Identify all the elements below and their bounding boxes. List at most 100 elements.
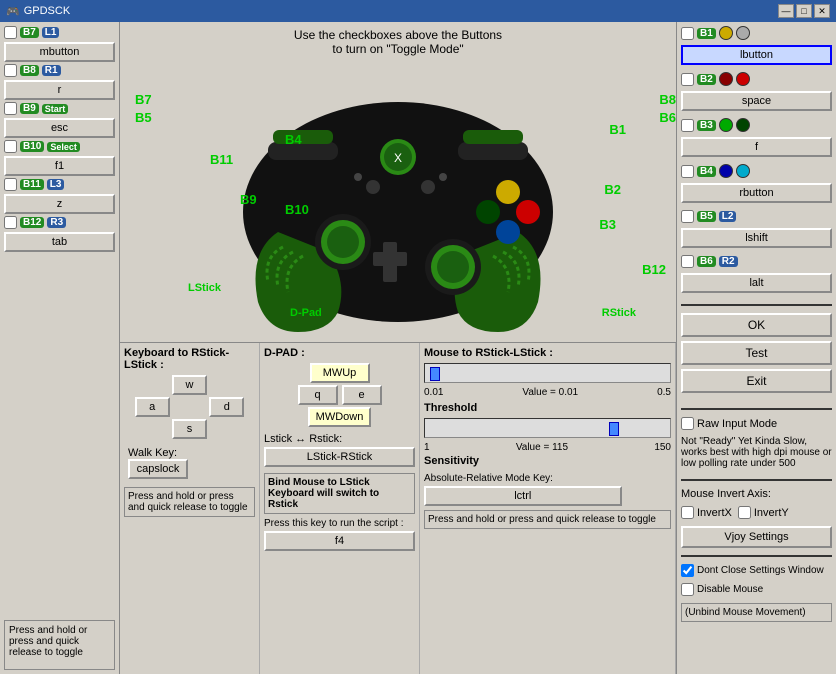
lstick-rstick-btn[interactable]: LStick-RStick xyxy=(264,447,415,467)
b7-checkbox[interactable] xyxy=(4,26,17,39)
b4-lightblue-circle xyxy=(736,164,750,178)
b2-key-btn[interactable]: space xyxy=(681,91,832,111)
b1-label: B1 xyxy=(609,122,626,137)
abs-rel-section: Absolute-Relative Mode Key: lctrl xyxy=(424,473,671,506)
toggle-line2: to turn on "Toggle Mode" xyxy=(126,42,670,56)
b10-checkbox[interactable] xyxy=(4,140,17,153)
b9-key-btn[interactable]: esc xyxy=(4,118,115,138)
app-icon: 🎮 xyxy=(6,5,20,18)
b9-checkbox[interactable] xyxy=(4,102,17,115)
b6-checkbox[interactable] xyxy=(681,255,694,268)
b7-id: B7 xyxy=(20,27,39,38)
b5-checkbox[interactable] xyxy=(681,210,694,223)
b8-badge: R1 xyxy=(42,65,61,76)
close-button[interactable]: ✕ xyxy=(814,4,830,18)
b12-row: B12 R3 xyxy=(4,216,115,229)
inverty-row: InvertY xyxy=(738,506,789,519)
b4-key-btn[interactable]: rbutton xyxy=(681,183,832,203)
invertx-checkbox[interactable] xyxy=(681,506,694,519)
b11-row: B11 L3 xyxy=(4,178,115,191)
d-key[interactable]: d xyxy=(209,397,244,417)
threshold-thumb[interactable] xyxy=(430,367,440,381)
threshold-slider-track[interactable] xyxy=(424,363,671,383)
toggle-line1: Use the checkboxes above the Buttons xyxy=(126,28,670,42)
b6-key-btn[interactable]: lalt xyxy=(681,273,832,293)
slider1-labels: 0.01 Value = 0.01 0.5 xyxy=(424,387,671,398)
b6-row: B6 R2 xyxy=(681,255,832,268)
slider1-value: Value = 0.01 xyxy=(522,387,578,398)
b12-key-btn[interactable]: tab xyxy=(4,232,115,252)
b11-checkbox[interactable] xyxy=(4,178,17,191)
b8-label: B8 xyxy=(659,92,676,107)
bind-mouse-text: Bind Mouse to LStick Keyboard will switc… xyxy=(268,477,379,510)
b1-checkbox[interactable] xyxy=(681,27,694,40)
raw-input-label: Raw Input Mode xyxy=(697,418,777,430)
s-key[interactable]: s xyxy=(172,419,207,439)
sensitivity-label: Sensitivity xyxy=(424,455,671,467)
b3-checkbox[interactable] xyxy=(681,119,694,132)
a-key[interactable]: a xyxy=(135,397,170,417)
slider1-max: 0.5 xyxy=(657,387,671,398)
b8-id: B8 xyxy=(20,65,39,76)
test-button[interactable]: Test xyxy=(681,341,832,365)
b5-key-btn[interactable]: lshift xyxy=(681,228,832,248)
script-key-btn[interactable]: f4 xyxy=(264,531,415,551)
b3-green-circle xyxy=(719,118,733,132)
b10-key-btn[interactable]: f1 xyxy=(4,156,115,176)
inverty-label: InvertY xyxy=(754,507,789,519)
ok-button[interactable]: OK xyxy=(681,313,832,337)
maximize-button[interactable]: □ xyxy=(796,4,812,18)
b1-silver-circle xyxy=(736,26,750,40)
dont-close-checkbox[interactable] xyxy=(681,564,694,577)
b2-checkbox[interactable] xyxy=(681,73,694,86)
b7-label: B7 xyxy=(135,92,152,107)
right-panel: B1 lbutton B2 space B3 f B4 rbutton xyxy=(676,22,836,674)
invert-axis-row: InvertX InvertY xyxy=(681,506,832,519)
b7-key-btn[interactable]: mbutton xyxy=(4,42,115,62)
b6-id: B6 xyxy=(697,256,716,267)
capslock-key[interactable]: capslock xyxy=(128,459,188,479)
b2-red-circle xyxy=(736,72,750,86)
raw-input-checkbox[interactable] xyxy=(681,417,694,430)
b4-id: B4 xyxy=(697,166,716,177)
b8-checkbox[interactable] xyxy=(4,64,17,77)
b10-badge: Select xyxy=(47,142,80,152)
b11-badge: L3 xyxy=(47,179,65,190)
minimize-button[interactable]: — xyxy=(778,4,794,18)
disable-mouse-row: Disable Mouse xyxy=(681,583,832,596)
dpad-buttons: MWUp q e MWDown xyxy=(264,363,415,427)
b11-key-btn[interactable]: z xyxy=(4,194,115,214)
sensitivity-thumb[interactable] xyxy=(609,422,619,436)
separator-2 xyxy=(681,408,832,410)
lctrl-btn[interactable]: lctrl xyxy=(424,486,622,506)
separator-1 xyxy=(681,304,832,306)
bind-mouse-note: Bind Mouse to LStick Keyboard will switc… xyxy=(264,473,415,514)
b3-key-btn[interactable]: f xyxy=(681,137,832,157)
toggle-note: Use the checkboxes above the Buttons to … xyxy=(120,22,676,62)
b10-id: B10 xyxy=(20,141,44,152)
b4-darkblue-circle xyxy=(719,164,733,178)
b1-key-btn[interactable]: lbutton xyxy=(681,45,832,65)
slider2-min: 1 xyxy=(424,442,430,453)
lstick-rstick-title: Lstick ↔ Rstick: xyxy=(264,433,415,445)
dpad-down-btn[interactable]: MWDown xyxy=(308,407,372,427)
title-bar-controls[interactable]: — □ ✕ xyxy=(778,4,830,18)
dpad-left-btn[interactable]: q xyxy=(298,385,338,405)
bottom-center: Keyboard to RStick-LStick : w a d s Walk… xyxy=(120,342,676,674)
dpad-up-btn[interactable]: MWUp xyxy=(310,363,370,383)
inverty-checkbox[interactable] xyxy=(738,506,751,519)
svg-text:X: X xyxy=(394,151,402,165)
mouse-invert-label: Mouse Invert Axis: xyxy=(681,488,832,500)
dpad-right-btn[interactable]: e xyxy=(342,385,382,405)
exit-button[interactable]: Exit xyxy=(681,369,832,393)
disable-mouse-checkbox[interactable] xyxy=(681,583,694,596)
dont-close-row: Dont Close Settings Window xyxy=(681,564,832,577)
center-panel: Use the checkboxes above the Buttons to … xyxy=(120,22,676,674)
b12-checkbox[interactable] xyxy=(4,216,17,229)
b12-label: B12 xyxy=(642,262,666,277)
b4-checkbox[interactable] xyxy=(681,165,694,178)
sensitivity-slider-track[interactable] xyxy=(424,418,671,438)
w-key[interactable]: w xyxy=(172,375,207,395)
b8-key-btn[interactable]: r xyxy=(4,80,115,100)
vjoy-settings-btn[interactable]: Vjoy Settings xyxy=(681,526,832,548)
